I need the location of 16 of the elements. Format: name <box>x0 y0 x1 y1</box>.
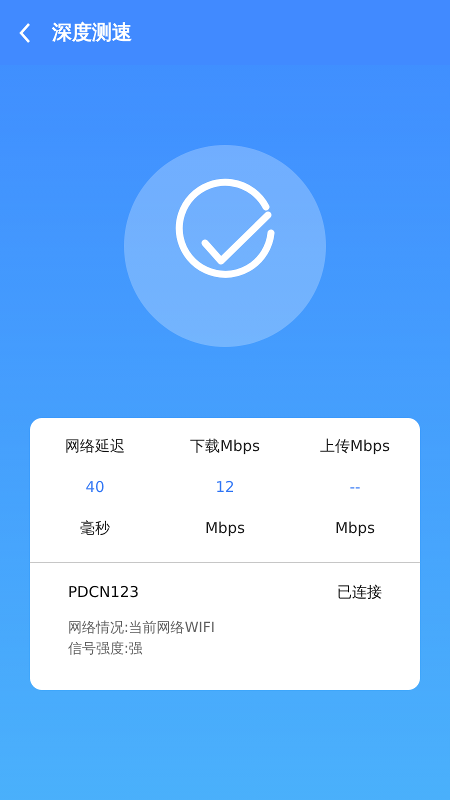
page-title: 深度测速 <box>52 19 132 46</box>
back-icon <box>18 22 32 44</box>
metric-unit: Mbps <box>205 518 245 539</box>
metric-label: 网络延迟 <box>65 436 125 457</box>
metric-value: -- <box>350 477 360 498</box>
network-detail: 信号强度:强 <box>68 640 144 659</box>
metric-value: 40 <box>85 477 105 498</box>
metric-unit: Mbps <box>335 518 375 539</box>
metric-label: 下载Mbps <box>190 436 260 457</box>
metric-unit: 毫秒 <box>80 518 110 539</box>
checkmark-badge-icon <box>124 145 326 347</box>
metric-value: 12 <box>215 477 235 498</box>
network-name: PDCN123 <box>68 583 139 602</box>
network-detail: 网络情况:当前网络WIFI <box>68 619 216 638</box>
metric-label: 上传Mbps <box>320 436 390 457</box>
connection-status: 已连接 <box>337 583 382 602</box>
